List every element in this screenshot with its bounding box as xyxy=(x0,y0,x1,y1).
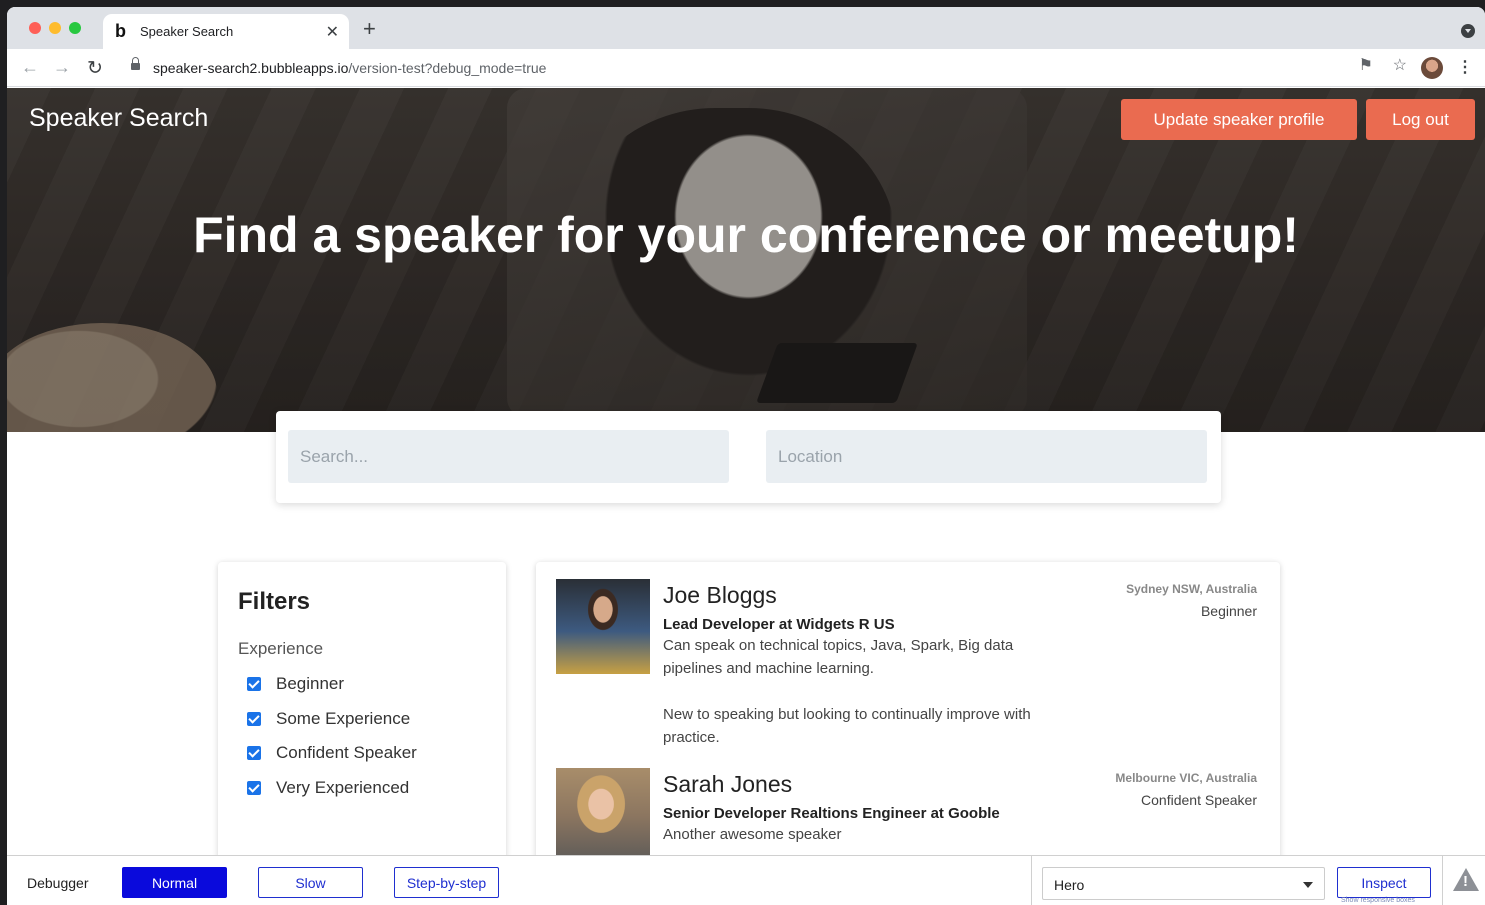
warning-icon[interactable] xyxy=(1453,868,1479,891)
speaker-description-extra: New to speaking but looking to continual… xyxy=(663,706,1031,746)
filter-option-beginner[interactable]: Beginner xyxy=(247,674,344,694)
reload-icon[interactable]: ↻ xyxy=(87,57,103,80)
show-responsive-boxes-link[interactable]: Show responsive boxes xyxy=(1341,897,1415,904)
hero-section: Speaker Search Update speaker profile Lo… xyxy=(7,88,1485,432)
filter-option-some-experience[interactable]: Some Experience xyxy=(247,709,410,729)
speaker-level: Beginner xyxy=(1200,603,1257,619)
checkbox-checked-icon[interactable] xyxy=(247,781,261,795)
checkbox-checked-icon[interactable] xyxy=(247,677,261,691)
filter-option-very-experienced[interactable]: Very Experienced xyxy=(247,778,409,798)
checkbox-checked-icon[interactable] xyxy=(247,746,261,760)
url-text: speaker-search2.bubbleapps.io/version-te… xyxy=(153,60,547,76)
filter-label: Very Experienced xyxy=(276,778,410,797)
filters-title: Filters xyxy=(238,588,311,615)
location-input[interactable] xyxy=(766,430,1207,483)
search-card xyxy=(276,411,1221,503)
search-input[interactable] xyxy=(288,430,729,483)
chrome-menu-icon[interactable]: ⋮ xyxy=(1457,57,1473,77)
speaker-name[interactable]: Joe Bloggs xyxy=(663,582,777,609)
speaker-role: Senior Developer Realtions Engineer at G… xyxy=(663,805,1000,822)
speaker-location: Melbourne VIC, Australia xyxy=(1115,771,1257,785)
speaker-level: Confident Speaker xyxy=(1141,792,1257,808)
tab-speaker-search[interactable]: b Speaker Search ✕ xyxy=(103,14,349,49)
speaker-photo[interactable] xyxy=(556,768,650,855)
element-select[interactable]: Hero xyxy=(1042,867,1325,900)
hero-title: Find a speaker for your conference or me… xyxy=(193,207,1299,263)
filter-label: Confident Speaker xyxy=(276,743,417,762)
debugger-bar: Debugger Normal Slow Step-by-step Hero I… xyxy=(7,855,1485,905)
filters-card: Filters Experience Beginner Some Experie… xyxy=(218,562,506,855)
log-out-button[interactable]: Log out xyxy=(1366,99,1475,140)
inspect-button[interactable]: Inspect xyxy=(1337,867,1431,898)
tab-title: Speaker Search xyxy=(140,24,234,39)
browser-window: b Speaker Search ✕ + ← → ↻ speaker-searc… xyxy=(7,7,1485,905)
page-content: Speaker Search Update speaker profile Lo… xyxy=(7,88,1485,855)
bubble-favicon-icon: b xyxy=(115,21,126,41)
filter-option-confident-speaker[interactable]: Confident Speaker xyxy=(247,743,417,763)
tab-bar: b Speaker Search ✕ + xyxy=(7,7,1485,49)
bookmark-star-icon[interactable]: ☆ xyxy=(1393,55,1407,75)
maximize-window-button[interactable] xyxy=(69,22,81,34)
close-tab-icon[interactable]: ✕ xyxy=(326,22,339,42)
speaker-role: Lead Developer at Widgets R US xyxy=(663,616,895,633)
filter-label: Some Experience xyxy=(276,709,411,728)
lock-icon[interactable] xyxy=(131,57,140,71)
tab-search-icon[interactable] xyxy=(1461,24,1475,38)
speaker-location: Sydney NSW, Australia xyxy=(1126,582,1257,596)
divider xyxy=(1031,856,1032,905)
divider xyxy=(1442,856,1443,905)
experience-subtitle: Experience xyxy=(238,639,324,658)
back-arrow-icon[interactable]: ← xyxy=(21,57,39,78)
speaker-photo[interactable] xyxy=(556,579,650,674)
debugger-label: Debugger xyxy=(27,875,89,891)
debug-normal-button[interactable]: Normal xyxy=(122,867,227,898)
extension-icon[interactable]: ⚑ xyxy=(1359,55,1373,75)
debug-slow-button[interactable]: Slow xyxy=(258,867,363,898)
new-tab-icon[interactable]: + xyxy=(363,16,376,42)
profile-avatar[interactable] xyxy=(1421,57,1443,79)
speaker-description: Another awesome speaker xyxy=(663,826,842,843)
brand-title[interactable]: Speaker Search xyxy=(29,104,208,133)
checkbox-checked-icon[interactable] xyxy=(247,712,261,726)
close-window-button[interactable] xyxy=(29,22,41,34)
filter-label: Beginner xyxy=(276,674,345,693)
browser-toolbar: ← → ↻ speaker-search2.bubbleapps.io/vers… xyxy=(7,49,1485,87)
minimize-window-button[interactable] xyxy=(49,22,61,34)
debug-step-by-step-button[interactable]: Step-by-step xyxy=(394,867,499,898)
address-bar[interactable]: speaker-search2.bubbleapps.io/version-te… xyxy=(119,53,1409,83)
speaker-results-card: Joe Bloggs Lead Developer at Widgets R U… xyxy=(536,562,1280,855)
update-speaker-profile-button[interactable]: Update speaker profile xyxy=(1121,99,1357,140)
chevron-down-icon xyxy=(1303,882,1313,888)
forward-arrow-icon[interactable]: → xyxy=(53,57,71,78)
speaker-name[interactable]: Sarah Jones xyxy=(663,771,792,798)
element-select-value: Hero xyxy=(1054,877,1085,893)
speaker-description: Can speak on technical topics, Java, Spa… xyxy=(663,637,1014,677)
